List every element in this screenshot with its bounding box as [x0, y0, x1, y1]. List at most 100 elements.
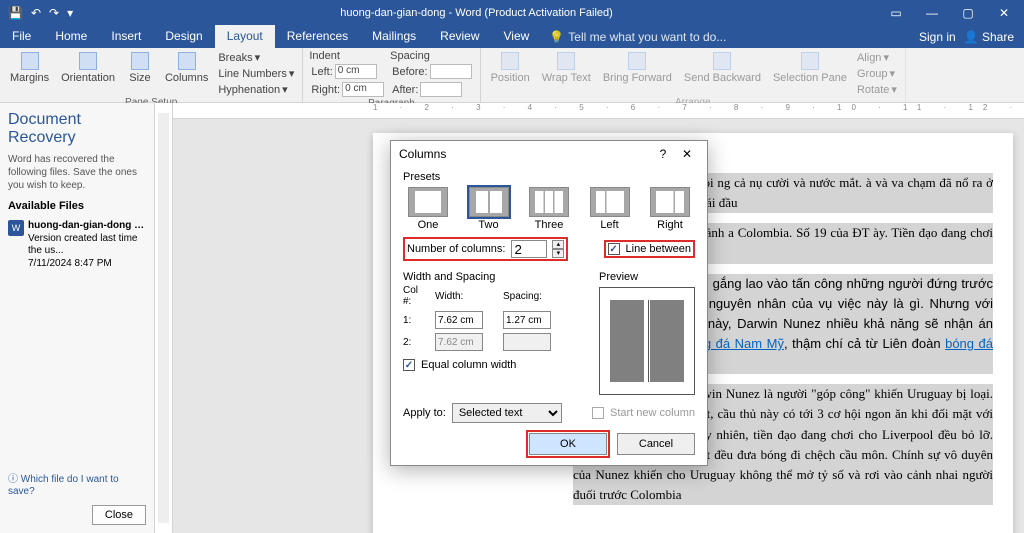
columns-preview [599, 287, 695, 395]
preset-right[interactable]: Right [645, 187, 695, 231]
spacing-header: Spacing: [503, 291, 563, 302]
hyperlink[interactable]: bóng đá [945, 336, 993, 351]
indent-label: Indent [309, 50, 386, 62]
width-header: Width: [435, 291, 495, 302]
col-2-width [435, 333, 483, 351]
tab-home[interactable]: Home [43, 25, 99, 48]
tab-view[interactable]: View [492, 25, 542, 48]
tab-file[interactable]: File [0, 25, 43, 48]
window-title: huong-dan-gian-dong - Word (Product Acti… [73, 7, 880, 19]
bring-forward-button: Bring Forward [599, 50, 676, 86]
width-spacing-label: Width and Spacing [403, 271, 587, 283]
minimize-icon[interactable]: — [916, 6, 948, 20]
line-between-checkbox[interactable] [608, 243, 620, 255]
dialog-title: Columns [399, 147, 651, 161]
tab-layout[interactable]: Layout [215, 25, 275, 48]
line-between-highlight: Line between [604, 240, 695, 258]
quick-access-toolbar: 💾 ↶ ↷ ▾ [0, 6, 73, 20]
file-timestamp: 7/11/2024 8:47 PM [28, 258, 146, 271]
group-paragraph: Indent Left:0 cm Right:0 cm Spacing Befo… [303, 48, 480, 102]
col-2-label: 2: [403, 337, 427, 348]
preset-left[interactable]: Left [585, 187, 635, 231]
group-page-setup: Margins Orientation Size Columns Breaks … [0, 48, 303, 102]
word-doc-icon: W [8, 220, 24, 236]
send-backward-button: Send Backward [680, 50, 765, 86]
file-name: huong-dan-gian-dong [O... [28, 220, 146, 233]
preview-label: Preview [599, 271, 695, 283]
orientation-button[interactable]: Orientation [57, 50, 119, 86]
ribbon-layout: Margins Orientation Size Columns Breaks … [0, 48, 1024, 103]
apply-to-label: Apply to: [403, 407, 446, 419]
ribbon-tabs: File Home Insert Design Layout Reference… [0, 25, 1024, 48]
position-button: Position [487, 50, 534, 86]
tab-review[interactable]: Review [428, 25, 491, 48]
presets-label: Presets [403, 171, 695, 183]
col-1-width[interactable] [435, 311, 483, 329]
tab-design[interactable]: Design [153, 25, 214, 48]
tell-me[interactable]: 💡 Tell me what you want to do... [549, 30, 726, 44]
align-button: Align ▾ [855, 50, 899, 65]
hyphenation-button[interactable]: Hyphenation ▾ [216, 82, 296, 97]
group-arrange: Position Wrap Text Bring Forward Send Ba… [481, 48, 906, 102]
margins-button[interactable]: Margins [6, 50, 53, 86]
ribbon-display-icon[interactable]: ▭ [880, 6, 912, 20]
tab-insert[interactable]: Insert [99, 25, 153, 48]
available-files-label: Available Files [8, 200, 146, 212]
line-between-label: Line between [626, 243, 691, 255]
selection-pane-button[interactable]: Selection Pane [769, 50, 851, 86]
share-button[interactable]: 👤 Share [964, 30, 1014, 44]
recovery-desc: Word has recovered the following files. … [8, 153, 146, 192]
document-recovery-pane: Document Recovery Word has recovered the… [0, 103, 155, 533]
spacing-after[interactable]: After: [390, 81, 473, 98]
redo-icon[interactable]: ↷ [49, 6, 59, 20]
ok-button[interactable]: OK [529, 433, 607, 455]
spin-up-icon[interactable]: ▴ [552, 240, 564, 249]
num-columns-input[interactable] [511, 240, 547, 258]
recovered-file-item[interactable]: W huong-dan-gian-dong [O... Version crea… [8, 216, 146, 274]
dialog-titlebar: Columns ? ✕ [391, 141, 707, 167]
size-button[interactable]: Size [123, 50, 157, 86]
line-numbers-button[interactable]: Line Numbers ▾ [216, 66, 296, 81]
num-columns-label: Number of columns: [407, 243, 505, 255]
recovery-title: Document Recovery [8, 111, 146, 147]
spin-down-icon[interactable]: ▾ [552, 249, 564, 258]
spacing-before[interactable]: Before: [390, 63, 473, 80]
columns-button[interactable]: Columns [161, 50, 212, 86]
preset-two[interactable]: Two [464, 187, 514, 231]
equal-width-checkbox[interactable] [403, 359, 415, 371]
number-of-columns-highlight: Number of columns: ▴▾ [403, 237, 568, 261]
preset-one[interactable]: One [403, 187, 453, 231]
tab-references[interactable]: References [275, 25, 360, 48]
undo-icon[interactable]: ↶ [31, 6, 41, 20]
tab-mailings[interactable]: Mailings [360, 25, 428, 48]
equal-width-label: Equal column width [421, 359, 516, 371]
columns-dialog: Columns ? ✕ Presets One Two Three Left R… [390, 140, 708, 466]
sign-in-link[interactable]: Sign in [919, 30, 956, 44]
column-presets: One Two Three Left Right [403, 187, 695, 231]
file-version: Version created last time the us... [28, 233, 146, 258]
start-new-column-checkbox [592, 407, 604, 419]
maximize-icon[interactable]: ▢ [952, 6, 984, 20]
preset-three[interactable]: Three [524, 187, 574, 231]
apply-to-select[interactable]: Selected text [452, 403, 562, 423]
vertical-ruler[interactable] [155, 103, 173, 533]
indent-right[interactable]: Right:0 cm [309, 81, 386, 98]
start-new-column-label: Start new column [610, 407, 695, 419]
horizontal-ruler[interactable]: 1 · 2 · 3 · 4 · 5 · 6 · 7 · 8 · 9 · 10 ·… [173, 103, 1024, 119]
wrap-text-button: Wrap Text [538, 50, 595, 86]
save-icon[interactable]: 💾 [8, 6, 23, 20]
title-bar: 💾 ↶ ↷ ▾ huong-dan-gian-dong - Word (Prod… [0, 0, 1024, 25]
bulb-icon: 💡 [549, 30, 564, 44]
col-1-spacing[interactable] [503, 311, 551, 329]
breaks-button[interactable]: Breaks ▾ [216, 50, 296, 65]
which-file-link[interactable]: ⓘ Which file do I want to save? [8, 474, 119, 497]
col-1-label: 1: [403, 315, 427, 326]
indent-left[interactable]: Left:0 cm [309, 63, 386, 80]
close-button[interactable]: Close [92, 505, 146, 525]
rotate-button: Rotate ▾ [855, 82, 899, 97]
cancel-button[interactable]: Cancel [617, 433, 695, 455]
tell-me-text: Tell me what you want to do... [568, 30, 726, 44]
dialog-close-icon[interactable]: ✕ [675, 147, 699, 161]
close-icon[interactable]: ✕ [988, 6, 1020, 20]
help-icon[interactable]: ? [651, 147, 675, 161]
